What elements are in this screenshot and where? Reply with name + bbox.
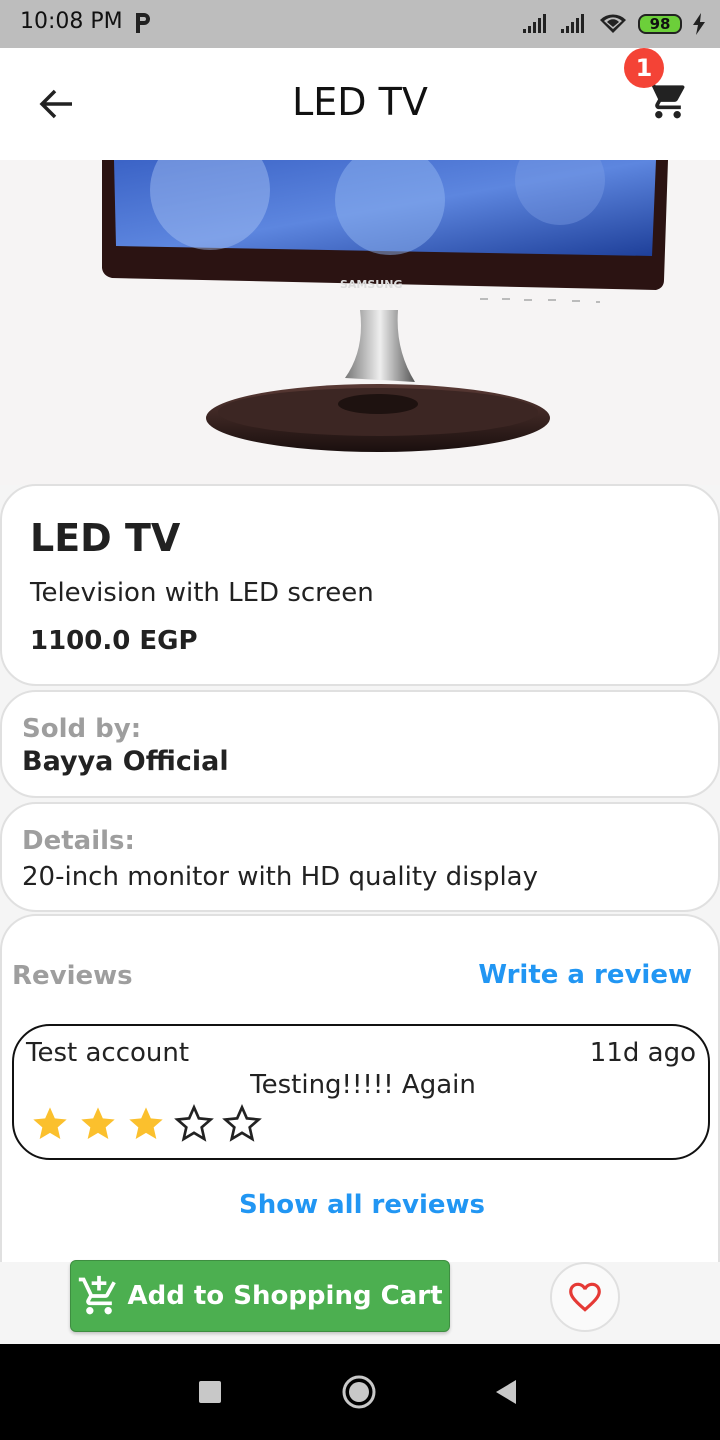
- cart-button[interactable]: [646, 78, 702, 134]
- review-time: 11d ago: [589, 1038, 696, 1068]
- tv-illustration: SAMSUNG: [102, 160, 668, 452]
- details-card: Details: 20-inch monitor with HD quality…: [0, 802, 720, 912]
- product-name: LED TV: [30, 516, 181, 560]
- product-description: Television with LED screen: [30, 578, 374, 608]
- star-filled-icon: [81, 1107, 115, 1139]
- product-price: 1100.0 EGP: [30, 626, 198, 656]
- system-nav-bar: [0, 1344, 720, 1440]
- cart-count-badge: 1: [624, 48, 664, 88]
- page-title: LED TV: [292, 80, 428, 124]
- star-empty-icon: [174, 1104, 214, 1142]
- star-filled-icon: [129, 1107, 163, 1139]
- seller-label: Sold by:: [22, 714, 142, 744]
- brand-text: SAMSUNG: [340, 278, 402, 291]
- heart-icon: [569, 1282, 601, 1312]
- seller-name: Bayya Official: [22, 746, 229, 777]
- battery-icon: 98: [638, 14, 682, 34]
- battery-level: 98: [649, 15, 671, 33]
- status-time: 10:08 PM: [20, 9, 123, 34]
- review-author: Test account: [26, 1038, 190, 1068]
- app-bar: LED TV 1: [0, 48, 720, 160]
- home-icon[interactable]: [342, 1375, 376, 1409]
- product-image: SAMSUNG: [0, 160, 720, 485]
- details-label: Details:: [22, 826, 135, 856]
- signal-icon: [523, 14, 546, 33]
- wifi-icon: [600, 14, 626, 33]
- review-text: Testing!!!!! Again: [250, 1070, 476, 1100]
- write-review-link[interactable]: Write a review: [478, 960, 692, 990]
- favorite-button[interactable]: [550, 1262, 620, 1332]
- seller-card: Sold by: Bayya Official: [0, 690, 720, 798]
- details-text: 20-inch monitor with HD quality display: [22, 862, 538, 892]
- add-to-cart-button[interactable]: Add to Shopping Cart: [70, 1260, 450, 1332]
- star-empty-icon: [222, 1104, 262, 1142]
- p-icon: [136, 13, 150, 33]
- product-info-card: LED TV Television with LED screen 1100.0…: [0, 484, 720, 686]
- signal-icon: [561, 14, 584, 33]
- status-bar: 10:08 PM 98: [0, 0, 720, 48]
- reviews-card: Reviews Write a review Test account 11d …: [0, 914, 720, 1274]
- nav-back-icon[interactable]: [494, 1379, 518, 1405]
- charging-icon: [693, 13, 705, 35]
- star-filled-icon: [33, 1107, 67, 1139]
- add-to-cart-label: Add to Shopping Cart: [127, 1281, 443, 1311]
- reviews-title: Reviews: [12, 961, 133, 991]
- show-all-reviews-link[interactable]: Show all reviews: [2, 1190, 720, 1220]
- add-cart-icon: [79, 1275, 117, 1315]
- review-rating: [30, 1104, 262, 1144]
- bottom-action-bar: Add to Shopping Cart: [0, 1260, 720, 1344]
- review-item: Test account 11d ago Testing!!!!! Again: [12, 1024, 710, 1160]
- recents-icon[interactable]: [199, 1381, 221, 1403]
